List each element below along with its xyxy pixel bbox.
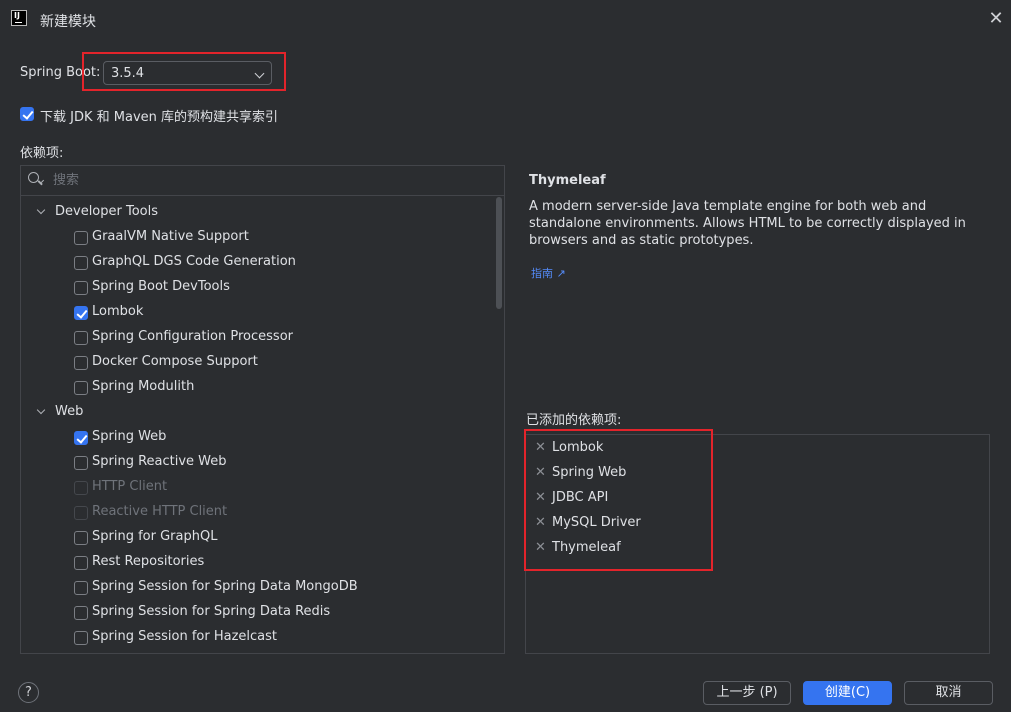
added-item-lombok: ✕ Lombok	[535, 440, 695, 460]
dependency-label: Spring for GraphQL	[92, 529, 218, 544]
added-item-mysql-driver: ✕ MySQL Driver	[535, 515, 695, 535]
dependency-checkbox[interactable]	[74, 556, 88, 570]
category-developer-tools[interactable]: Developer Tools	[34, 204, 434, 224]
chevron-down-icon	[254, 68, 265, 79]
dependency-search-input[interactable]	[53, 171, 483, 189]
added-item-label: JDBC API	[552, 490, 609, 505]
dependency-item-devtools[interactable]: Spring Boot DevTools	[74, 279, 474, 299]
download-index-checkbox[interactable]	[20, 107, 34, 121]
chevron-down-icon[interactable]	[36, 205, 46, 215]
dependency-label: Spring Reactive Web	[92, 454, 227, 469]
dependency-label: GraphQL DGS Code Generation	[92, 254, 296, 269]
dependency-checkbox[interactable]	[74, 356, 88, 370]
spring-boot-version-select[interactable]: 3.5.4	[103, 61, 272, 85]
dependency-checkbox[interactable]	[74, 281, 88, 295]
dependency-label: Spring Web	[92, 429, 167, 444]
dependency-item-graphql-dgs[interactable]: GraphQL DGS Code Generation	[74, 254, 474, 274]
added-item-jdbc-api: ✕ JDBC API	[535, 490, 695, 510]
category-web[interactable]: Web	[34, 404, 434, 424]
dependency-item-http-client: HTTP Client	[74, 479, 474, 499]
cancel-button[interactable]: 取消	[904, 681, 993, 705]
dependency-checkbox[interactable]	[74, 456, 88, 470]
dependency-item-modulith[interactable]: Spring Modulith	[74, 379, 474, 399]
remove-icon[interactable]: ✕	[535, 440, 546, 455]
dependency-label: Spring Configuration Processor	[92, 329, 293, 344]
previous-button[interactable]: 上一步 (P)	[703, 681, 791, 705]
window-title: 新建模块	[40, 14, 96, 30]
spring-boot-version-value: 3.5.4	[111, 66, 145, 81]
dependency-checkbox[interactable]	[74, 531, 88, 545]
dependency-label: Docker Compose Support	[92, 354, 258, 369]
added-item-label: MySQL Driver	[552, 515, 641, 530]
category-label: Developer Tools	[55, 204, 159, 219]
dependency-item-session-mongodb[interactable]: Spring Session for Spring Data MongoDB	[74, 579, 474, 599]
chevron-down-icon[interactable]	[36, 405, 46, 415]
dependency-label: HTTP Client	[92, 479, 168, 494]
dependency-item-config-processor[interactable]: Spring Configuration Processor	[74, 329, 474, 349]
dependency-item-graalvm-native-support[interactable]: GraalVM Native Support	[74, 229, 474, 249]
added-item-label: Thymeleaf	[552, 540, 621, 555]
added-item-thymeleaf: ✕ Thymeleaf	[535, 540, 695, 560]
remove-icon[interactable]: ✕	[535, 540, 546, 555]
dependency-checkbox[interactable]	[74, 331, 88, 345]
dependency-item-spring-graphql[interactable]: Spring for GraphQL	[74, 529, 474, 549]
create-button[interactable]: 创建(C)	[803, 681, 892, 705]
added-dependencies-label: 已添加的依赖项:	[526, 413, 622, 428]
intellij-app-icon: IJ	[11, 10, 27, 26]
dependency-label: Spring Session for Spring Data Redis	[92, 604, 331, 619]
dependency-checkbox[interactable]	[74, 231, 88, 245]
guide-link[interactable]: 指南 ↗	[531, 265, 566, 281]
dependency-checkbox[interactable]	[74, 581, 88, 595]
dependency-checkbox	[74, 506, 88, 520]
dependency-label: Spring Modulith	[92, 379, 195, 394]
dependency-label: Spring Session for Hazelcast	[92, 629, 277, 644]
dependency-checkbox[interactable]	[74, 381, 88, 395]
dependencies-label: 依赖项:	[20, 146, 64, 161]
dependency-item-session-hazelcast[interactable]: Spring Session for Hazelcast	[74, 629, 474, 649]
dependency-item-reactive-http-client: Reactive HTTP Client	[74, 504, 474, 524]
dependency-label: Rest Repositories	[92, 554, 205, 569]
dependency-checkbox	[74, 481, 88, 495]
dependency-checkbox[interactable]	[74, 606, 88, 620]
help-icon[interactable]: ?	[18, 682, 39, 703]
remove-icon[interactable]: ✕	[535, 465, 546, 480]
dependency-label: Spring Boot DevTools	[92, 279, 230, 294]
spring-boot-label: Spring Boot:	[20, 65, 101, 80]
dependency-item-docker-compose[interactable]: Docker Compose Support	[74, 354, 474, 374]
dependency-label: Lombok	[92, 304, 144, 319]
dependency-item-session-redis[interactable]: Spring Session for Spring Data Redis	[74, 604, 474, 624]
dependency-label: Spring Session for Spring Data MongoDB	[92, 579, 358, 594]
title-bar: IJ 新建模块 ✕	[0, 0, 1011, 40]
added-item-label: Lombok	[552, 440, 604, 455]
dependency-label: Reactive HTTP Client	[92, 504, 228, 519]
dependency-checkbox[interactable]	[74, 306, 88, 320]
close-icon[interactable]: ✕	[986, 9, 1006, 29]
dependency-checkbox[interactable]	[74, 256, 88, 270]
tree-scrollbar[interactable]	[496, 197, 502, 309]
category-label: Web	[55, 404, 84, 419]
dependency-checkbox[interactable]	[74, 631, 88, 645]
download-index-label: 下载 JDK 和 Maven 库的预构建共享索引	[40, 110, 279, 125]
dependency-detail-description: A modern server-side Java template engin…	[529, 199, 966, 248]
dependency-item-lombok[interactable]: Lombok	[74, 304, 474, 324]
dependency-checkbox[interactable]	[74, 431, 88, 445]
dependency-item-reactive-web[interactable]: Spring Reactive Web	[74, 454, 474, 474]
dependency-label: GraalVM Native Support	[92, 229, 249, 244]
dependency-detail-title: Thymeleaf	[529, 173, 606, 188]
dependency-item-spring-web[interactable]: Spring Web	[74, 429, 474, 449]
remove-icon[interactable]: ✕	[535, 515, 546, 530]
added-item-label: Spring Web	[552, 465, 627, 480]
dependency-item-rest-repositories[interactable]: Rest Repositories	[74, 554, 474, 574]
remove-icon[interactable]: ✕	[535, 490, 546, 505]
added-item-spring-web: ✕ Spring Web	[535, 465, 695, 485]
